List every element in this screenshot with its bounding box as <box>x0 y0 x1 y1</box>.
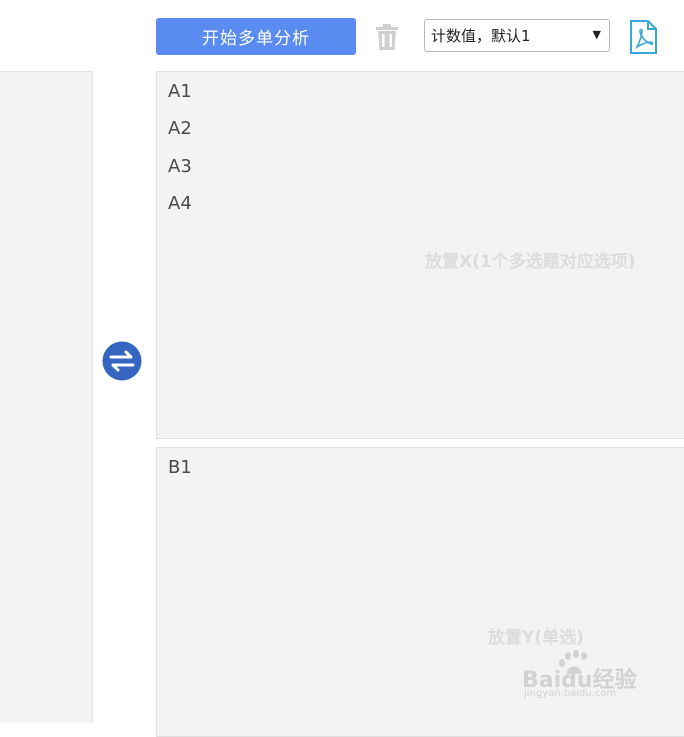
x-item-a3[interactable]: A3 <box>168 156 192 177</box>
value-type-select[interactable]: 计数值，默认1 ▼ <box>424 19 610 52</box>
x-item-a2[interactable]: A2 <box>168 118 192 139</box>
x-item-a1[interactable]: A1 <box>168 81 192 102</box>
x-drop-hint: 放置X(1个多选题对应选项) <box>425 252 636 272</box>
value-type-select-value: 计数值，默认1 <box>431 27 531 45</box>
watermark-url: jingyan.baidu.com <box>524 688 617 699</box>
x-drop-zone[interactable]: A1 A2 A3 A4 放置X(1个多选题对应选项) <box>156 71 684 439</box>
pdf-icon[interactable] <box>627 20 659 54</box>
start-analysis-button[interactable]: 开始多单分析 <box>156 18 356 55</box>
y-item-b1[interactable]: B1 <box>168 457 192 478</box>
caret-down-icon: ▼ <box>592 28 601 41</box>
variable-list-panel[interactable] <box>0 71 93 723</box>
trash-icon[interactable] <box>373 22 401 52</box>
baidu-watermark: Baidu经验 jingyan.baidu.com <box>522 650 652 700</box>
swap-arrows-icon[interactable] <box>102 341 142 381</box>
y-drop-hint: 放置Y(单选) <box>488 628 584 648</box>
x-item-a4[interactable]: A4 <box>168 193 192 214</box>
